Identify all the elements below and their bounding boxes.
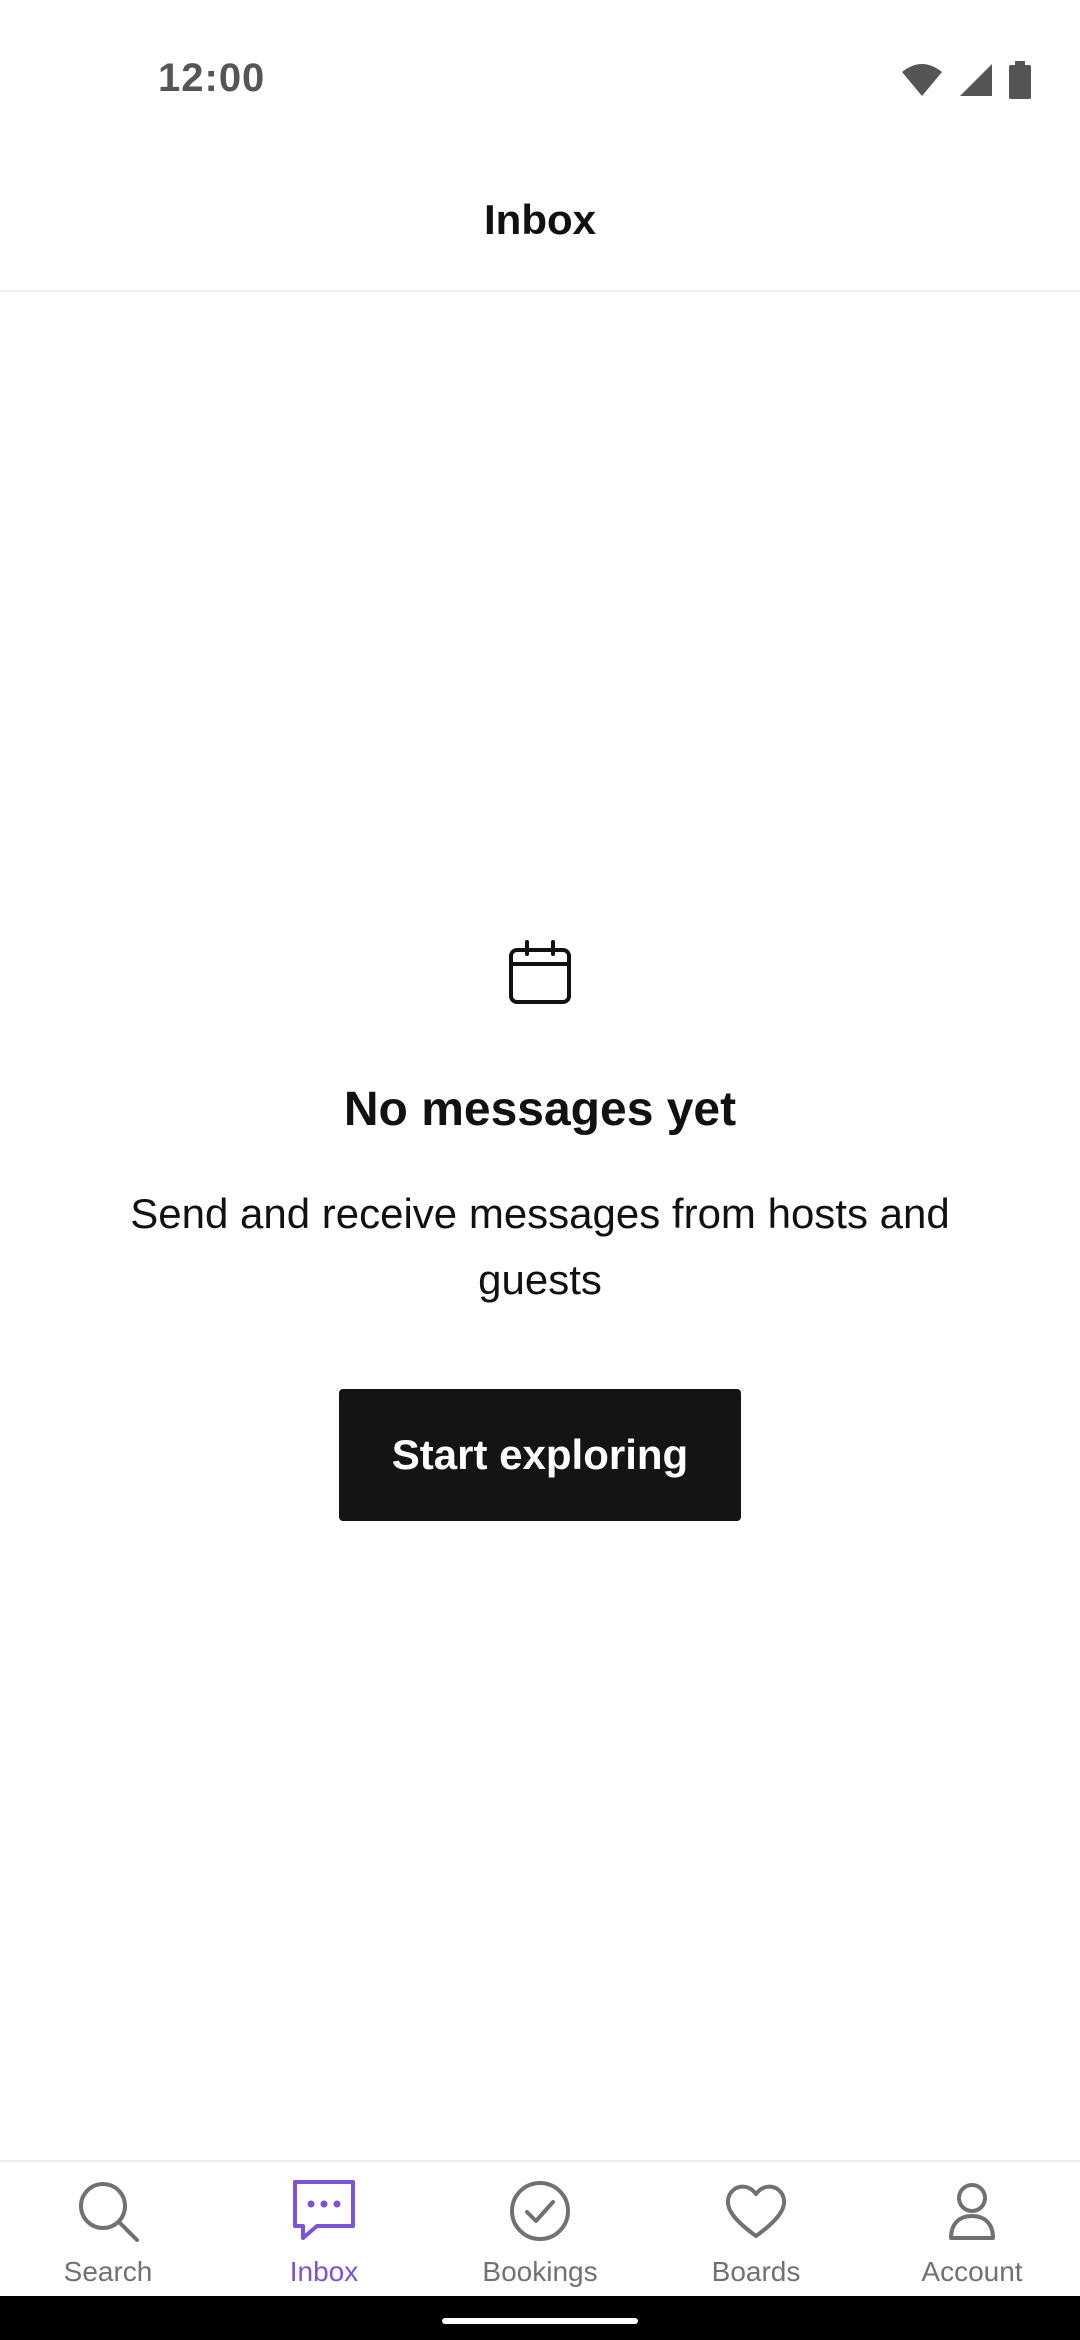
nav-label-search: Search xyxy=(63,2256,153,2287)
status-icons xyxy=(900,60,1032,100)
cell-signal-icon xyxy=(960,64,992,96)
page-title: Inbox xyxy=(484,196,596,243)
battery-icon xyxy=(1009,61,1031,99)
status-time: 12:00 xyxy=(158,56,266,100)
nav-item-inbox[interactable]: Inbox xyxy=(216,2162,432,2298)
nav-item-search[interactable]: Search xyxy=(0,2162,216,2298)
gesture-bar xyxy=(0,2296,1080,2340)
nav-label-account: Account xyxy=(921,2256,1023,2287)
chat-bubble-icon xyxy=(293,2180,355,2240)
empty-state: No messages yet Send and receive message… xyxy=(0,940,1080,1521)
nav-label-bookings: Bookings xyxy=(482,2256,598,2287)
check-circle-icon xyxy=(510,2181,570,2241)
top-app-bar: Inbox xyxy=(0,150,1080,292)
home-handle[interactable] xyxy=(442,2318,638,2324)
nav-label-boards: Boards xyxy=(711,2256,801,2287)
inbox-screen: 12:00 Inbox No messages yet Send and rec… xyxy=(0,0,1080,2340)
nav-item-account[interactable]: Account xyxy=(864,2162,1080,2298)
calendar-icon xyxy=(509,940,571,1004)
empty-state-title: No messages yet xyxy=(343,1083,737,1136)
nav-label-inbox: Inbox xyxy=(289,2256,359,2287)
search-icon xyxy=(79,2182,139,2242)
person-icon xyxy=(949,2183,995,2240)
wifi-icon xyxy=(902,64,942,96)
nav-item-bookings[interactable]: Bookings xyxy=(432,2162,648,2298)
nav-item-boards[interactable]: Boards xyxy=(648,2162,864,2298)
start-exploring-button[interactable]: Start exploring xyxy=(339,1389,741,1521)
status-bar: 12:00 xyxy=(0,0,1080,150)
bottom-navigation: Search Inbox Bookings Boards Account xyxy=(0,2160,1080,2298)
empty-state-subtitle: Send and receive messages from hosts and… xyxy=(130,1190,950,1303)
heart-icon xyxy=(725,2184,787,2238)
